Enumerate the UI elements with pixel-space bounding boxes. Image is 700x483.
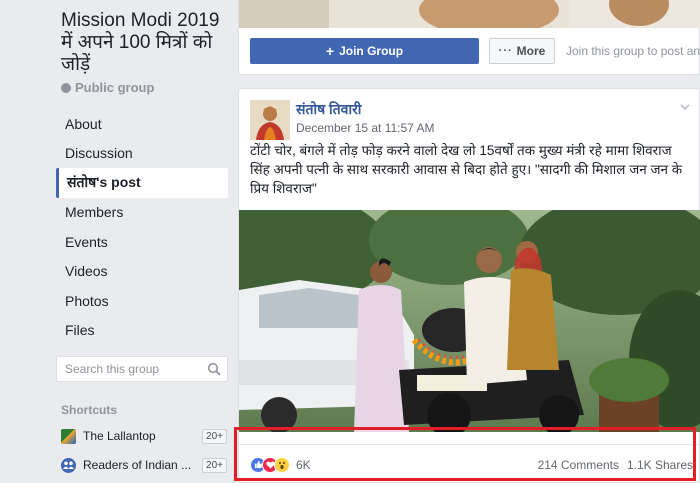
- search-placeholder: Search this group: [65, 362, 160, 376]
- shortcut-item[interactable]: Readers of Indian ... 20+: [61, 454, 227, 476]
- group-nav: About Discussion संतोष's post Members Ev…: [56, 109, 228, 345]
- lallantop-logo-icon: [61, 428, 76, 444]
- post-photo[interactable]: [239, 210, 700, 432]
- join-group-label: Join Group: [339, 44, 404, 58]
- wow-icon: [274, 456, 290, 473]
- cover-photo: [239, 0, 700, 28]
- post-author-link[interactable]: संतोष तिवारी: [296, 100, 361, 119]
- search-icon[interactable]: [207, 362, 221, 376]
- shares-count-link[interactable]: 1.1K Shares: [627, 458, 693, 472]
- reaction-count: 6K: [296, 457, 311, 472]
- notification-badge: 20+: [202, 428, 227, 444]
- engagement-bar: 6K 214 Comments 1.1K Shares: [239, 444, 700, 483]
- post-text: टोंटी चोर, बंगले में तोड़ फोड़ करने वालो…: [250, 143, 683, 196]
- group-title[interactable]: Mission Modi 2019 में अपने 100 मित्रों क…: [61, 10, 236, 76]
- shortcut-label: Readers of Indian ...: [83, 458, 192, 472]
- nav-photos[interactable]: Photos: [56, 286, 228, 316]
- ellipsis-icon: ···: [498, 45, 513, 57]
- reactions-summary[interactable]: 6K: [250, 456, 311, 473]
- more-button[interactable]: ··· More: [489, 38, 555, 64]
- nav-files[interactable]: Files: [56, 316, 228, 346]
- plus-icon: +: [325, 43, 335, 59]
- shortcuts-heading: Shortcuts: [61, 403, 118, 417]
- chevron-down-icon[interactable]: [679, 101, 691, 113]
- nav-post[interactable]: संतोष's post: [56, 168, 228, 198]
- group-icon: [61, 457, 76, 473]
- author-avatar[interactable]: [250, 100, 290, 140]
- post-timestamp[interactable]: December 15 at 11:57 AM: [296, 121, 435, 135]
- join-hint-text: Join this group to post and: [566, 44, 700, 58]
- group-post: संतोष तिवारी December 15 at 11:57 AM टों…: [238, 88, 700, 483]
- shortcut-label: The Lallantop: [83, 429, 156, 443]
- nav-videos[interactable]: Videos: [56, 257, 228, 287]
- group-type-label: Public group: [75, 80, 155, 95]
- notification-badge: 20+: [202, 457, 227, 473]
- comments-count-link[interactable]: 214 Comments: [538, 458, 619, 472]
- globe-icon: [61, 82, 71, 93]
- nav-events[interactable]: Events: [56, 227, 228, 257]
- left-column: Mission Modi 2019 में अपने 100 मित्रों क…: [0, 0, 238, 483]
- more-label: More: [516, 44, 546, 58]
- shortcut-item[interactable]: The Lallantop 20+: [61, 425, 227, 447]
- nav-discussion[interactable]: Discussion: [56, 139, 228, 169]
- group-privacy: Public group: [61, 80, 154, 95]
- group-search-input[interactable]: Search this group: [56, 356, 228, 382]
- group-header-card: + Join Group ··· More Join this group to…: [238, 0, 700, 75]
- nav-members[interactable]: Members: [56, 198, 228, 228]
- nav-about[interactable]: About: [56, 109, 228, 139]
- join-group-button[interactable]: + Join Group: [250, 38, 479, 64]
